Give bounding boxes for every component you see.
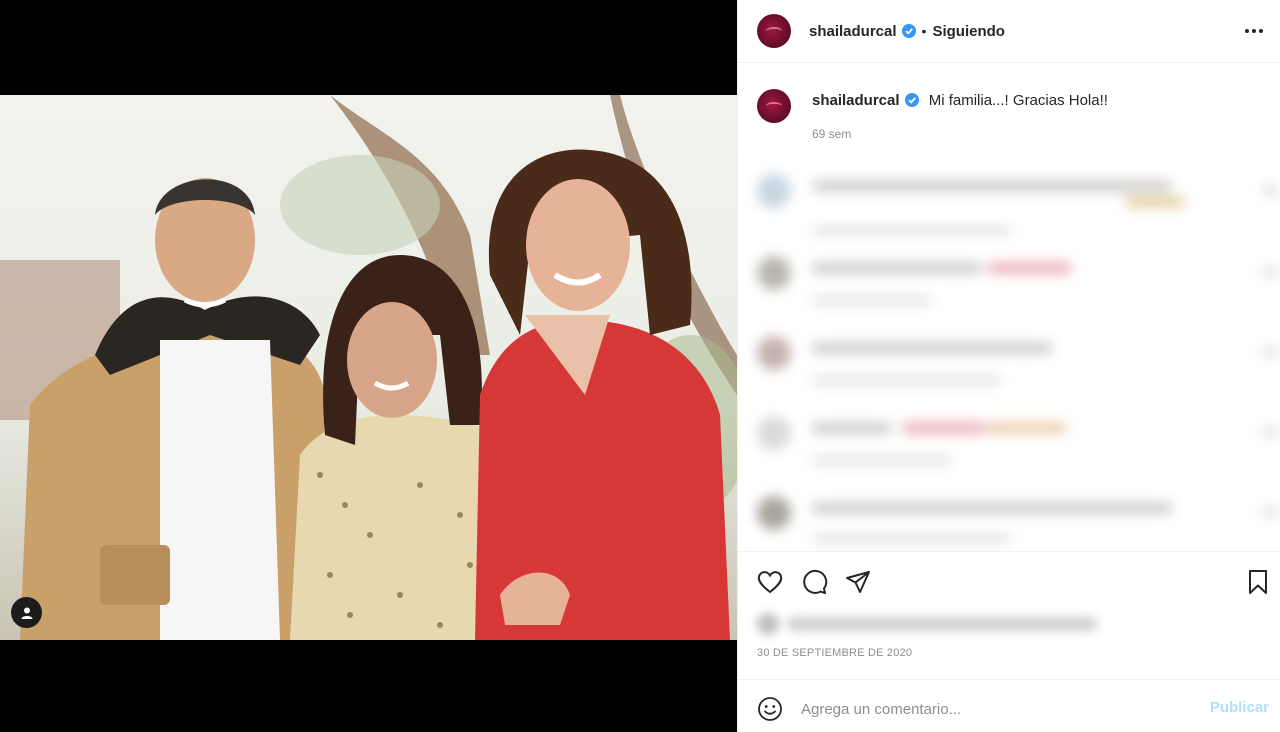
paper-plane-icon[interactable] xyxy=(844,568,872,596)
smiley-icon[interactable] xyxy=(757,696,783,722)
instagram-post-modal: shailadurcal • Siguiendo shailadurcal Mi… xyxy=(0,0,1280,732)
comment-item xyxy=(757,492,1277,544)
author-avatar[interactable] xyxy=(757,14,791,48)
caption-text: shailadurcal Mi familia...! Gracias Hola… xyxy=(812,92,1108,109)
caption-username[interactable]: shailadurcal xyxy=(812,92,900,109)
post-media xyxy=(0,0,737,732)
comment-item xyxy=(757,170,1277,240)
add-comment-bar: Publicar xyxy=(738,679,1280,732)
user-tag-icon[interactable] xyxy=(11,597,42,628)
post-date[interactable]: 30 DE SEPTIEMBRE DE 2020 xyxy=(757,647,912,659)
author-username[interactable]: shailadurcal xyxy=(809,23,897,40)
family-photo-illustration xyxy=(0,95,737,640)
following-button[interactable]: Siguiendo xyxy=(932,23,1005,40)
more-options-icon[interactable] xyxy=(1243,20,1265,42)
header-separator: • xyxy=(921,23,927,39)
comment-input[interactable] xyxy=(801,695,1181,723)
publish-button[interactable]: Publicar xyxy=(1210,699,1269,716)
comment-item xyxy=(757,412,1277,482)
comment-item xyxy=(757,332,1277,402)
user-silhouette-icon xyxy=(21,607,32,619)
caption-author-avatar[interactable] xyxy=(757,89,791,123)
post-photo[interactable] xyxy=(0,95,737,640)
verified-badge-icon xyxy=(901,24,916,38)
comment-item xyxy=(757,252,1277,322)
comments-list xyxy=(738,160,1280,544)
bookmark-icon[interactable] xyxy=(1244,568,1272,596)
comment-bubble-icon[interactable] xyxy=(800,568,828,596)
caption-timestamp[interactable]: 69 sem xyxy=(812,127,851,141)
post-side-panel: shailadurcal • Siguiendo shailadurcal Mi… xyxy=(737,0,1280,732)
caption-body: Mi familia...! Gracias Hola!! xyxy=(928,92,1108,109)
post-actions xyxy=(738,551,1280,609)
likes-summary[interactable] xyxy=(757,611,1102,635)
post-header: shailadurcal • Siguiendo xyxy=(738,0,1280,63)
heart-icon[interactable] xyxy=(756,568,784,596)
verified-badge-icon xyxy=(904,93,919,107)
